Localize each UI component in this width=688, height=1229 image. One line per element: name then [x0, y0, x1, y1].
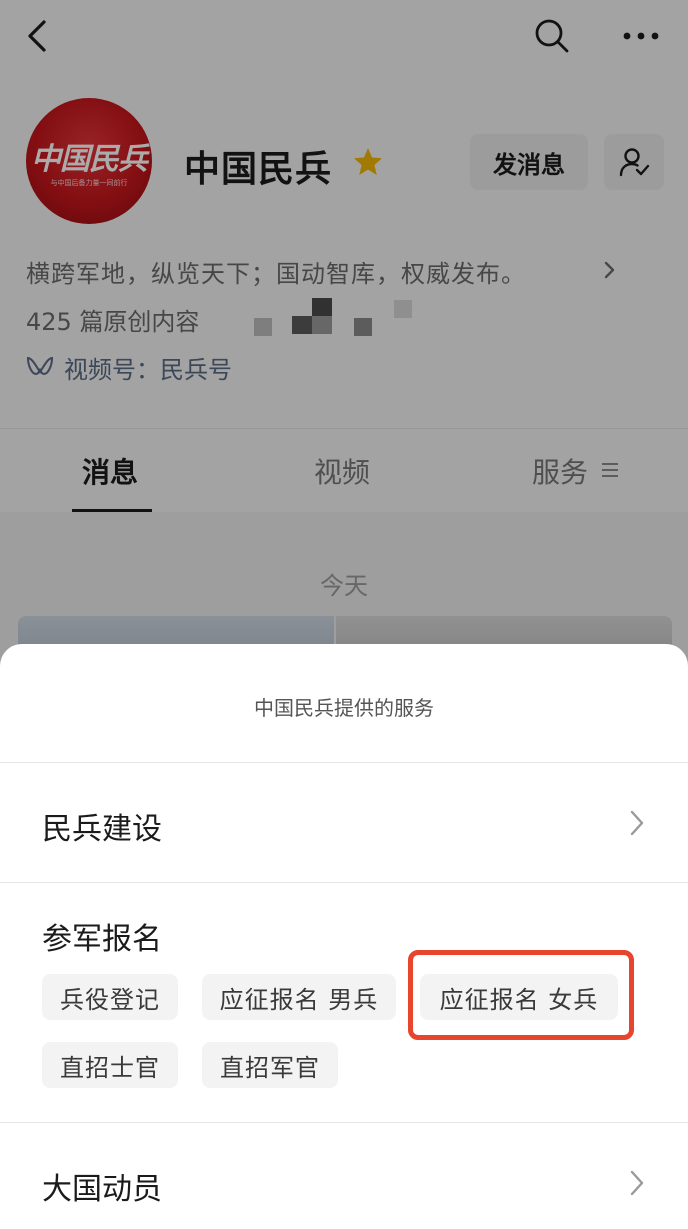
chevron-right-icon[interactable]: [628, 1168, 646, 1198]
sheet-title: 中国民兵提供的服务: [254, 696, 434, 720]
section-enlistment: 参军报名: [42, 922, 162, 957]
chip-direct-nco[interactable]: 直招士官: [42, 1042, 178, 1088]
chip-enlist-male[interactable]: 应征报名 男兵: [202, 974, 396, 1020]
divider: [0, 1122, 688, 1123]
divider: [0, 882, 688, 883]
services-bottom-sheet: 中国民兵提供的服务 民兵建设 参军报名 兵役登记 应征报名 男兵 应征报名 女兵…: [0, 644, 688, 1229]
service-militia-building[interactable]: 民兵建设: [42, 804, 162, 848]
service-national-mobilization[interactable]: 大国动员: [42, 1164, 162, 1208]
chip-military-registration[interactable]: 兵役登记: [42, 974, 178, 1020]
chevron-right-icon[interactable]: [628, 808, 646, 838]
chip-direct-officer[interactable]: 直招军官: [202, 1042, 338, 1088]
highlight-box: [408, 950, 634, 1040]
divider: [0, 762, 688, 763]
